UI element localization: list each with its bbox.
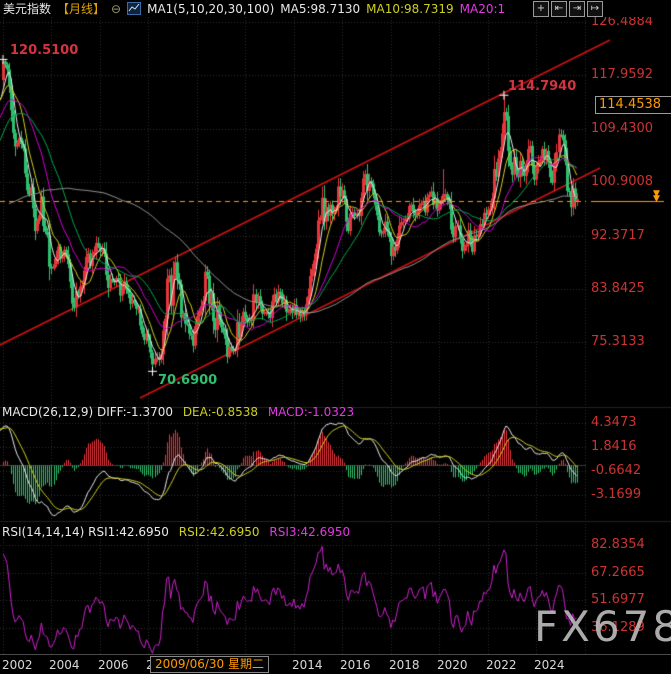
- rsi-title[interactable]: RSI(14,14,14): [2, 525, 84, 539]
- chart-app: 美元指数 【月线】 ⊖ MA1(5,10,20,30,100) MA5:98.7…: [0, 0, 671, 674]
- chart-canvas[interactable]: [0, 0, 671, 674]
- time-axis-year: 2014: [292, 658, 323, 672]
- crosshair-date-label: 2009/06/30 星期二: [150, 656, 269, 673]
- lowest-low-annotation: 70.6900: [158, 374, 217, 388]
- price-axis-tick: 117.9592: [591, 68, 653, 82]
- time-axis-year: 2004: [49, 658, 80, 672]
- macd-axis-tick: -0.6642: [591, 464, 641, 478]
- ma10-value: MA10:98.7319: [366, 2, 454, 16]
- macd-axis-tick: -3.1699: [591, 488, 641, 502]
- macd-axis-tick: 1.8416: [591, 440, 637, 454]
- time-axis-year: 2016: [340, 658, 371, 672]
- rsi-panel-header: RSI(14,14,14) RSI1:42.6950 RSI2:42.6950 …: [2, 525, 350, 539]
- rsi3-value: RSI3:42.6950: [269, 525, 350, 539]
- price-axis-tick: 83.8425: [591, 282, 645, 296]
- time-axis-year: 2018: [389, 658, 420, 672]
- rsi-axis-tick: 67.2665: [591, 566, 645, 580]
- macd-axis-tick: 4.3473: [591, 416, 637, 430]
- highest-high-annotation: 114.7940: [508, 80, 576, 94]
- price-axis-tick: 126.4884: [591, 15, 653, 29]
- macd-title[interactable]: MACD(26,12,9): [2, 405, 93, 419]
- crosshair-tool-icon[interactable]: +: [533, 1, 549, 17]
- price-axis-tick: 100.9008: [591, 175, 653, 189]
- price-marker-icon[interactable]: ▼▼: [653, 192, 660, 202]
- rsi2-value: RSI2:42.6950: [179, 525, 260, 539]
- time-axis-year: 2002: [2, 658, 33, 672]
- macd-diff-value: DIFF:-1.3700: [97, 405, 173, 419]
- rsi-axis-tick: 82.8354: [591, 538, 645, 552]
- crosshair-price-label: 114.4538: [595, 96, 671, 114]
- ma5-value: MA5:98.7130: [280, 2, 360, 16]
- macd-value: MACD:-1.0323: [268, 405, 354, 419]
- axis-divider: [0, 654, 671, 655]
- chart-toolbar: +⇤⇥↦: [533, 1, 603, 17]
- first-high-annotation: 120.5100: [10, 44, 78, 58]
- symbol-name: 美元指数: [3, 0, 51, 17]
- macd-dea-value: DEA:-0.8538: [183, 405, 258, 419]
- compress-left-icon[interactable]: ⇤: [551, 1, 567, 17]
- shift-right-icon[interactable]: ↦: [587, 1, 603, 17]
- time-axis-year: 2006: [98, 658, 129, 672]
- period-label[interactable]: 【月线】: [57, 0, 105, 17]
- rsi1-value: RSI1:42.6950: [88, 525, 169, 539]
- price-axis-tick: 75.3133: [591, 335, 645, 349]
- expand-right-icon[interactable]: ⇥: [569, 1, 585, 17]
- time-axis-year: 2024: [534, 658, 565, 672]
- watermark: FX678: [534, 602, 671, 651]
- price-axis-tick: 92.3717: [591, 229, 645, 243]
- indicator-style-icon[interactable]: [127, 2, 141, 15]
- collapse-icon[interactable]: ⊖: [111, 2, 121, 16]
- ma-settings-label: MA1(5,10,20,30,100): [147, 2, 274, 16]
- price-axis-tick: 109.4300: [591, 122, 653, 136]
- macd-panel-header: MACD(26,12,9) DIFF:-1.3700 DEA:-0.8538 M…: [2, 405, 354, 419]
- time-axis-year: 2022: [486, 658, 517, 672]
- time-axis-year: 2020: [437, 658, 468, 672]
- ma20-value: MA20:1: [460, 2, 506, 16]
